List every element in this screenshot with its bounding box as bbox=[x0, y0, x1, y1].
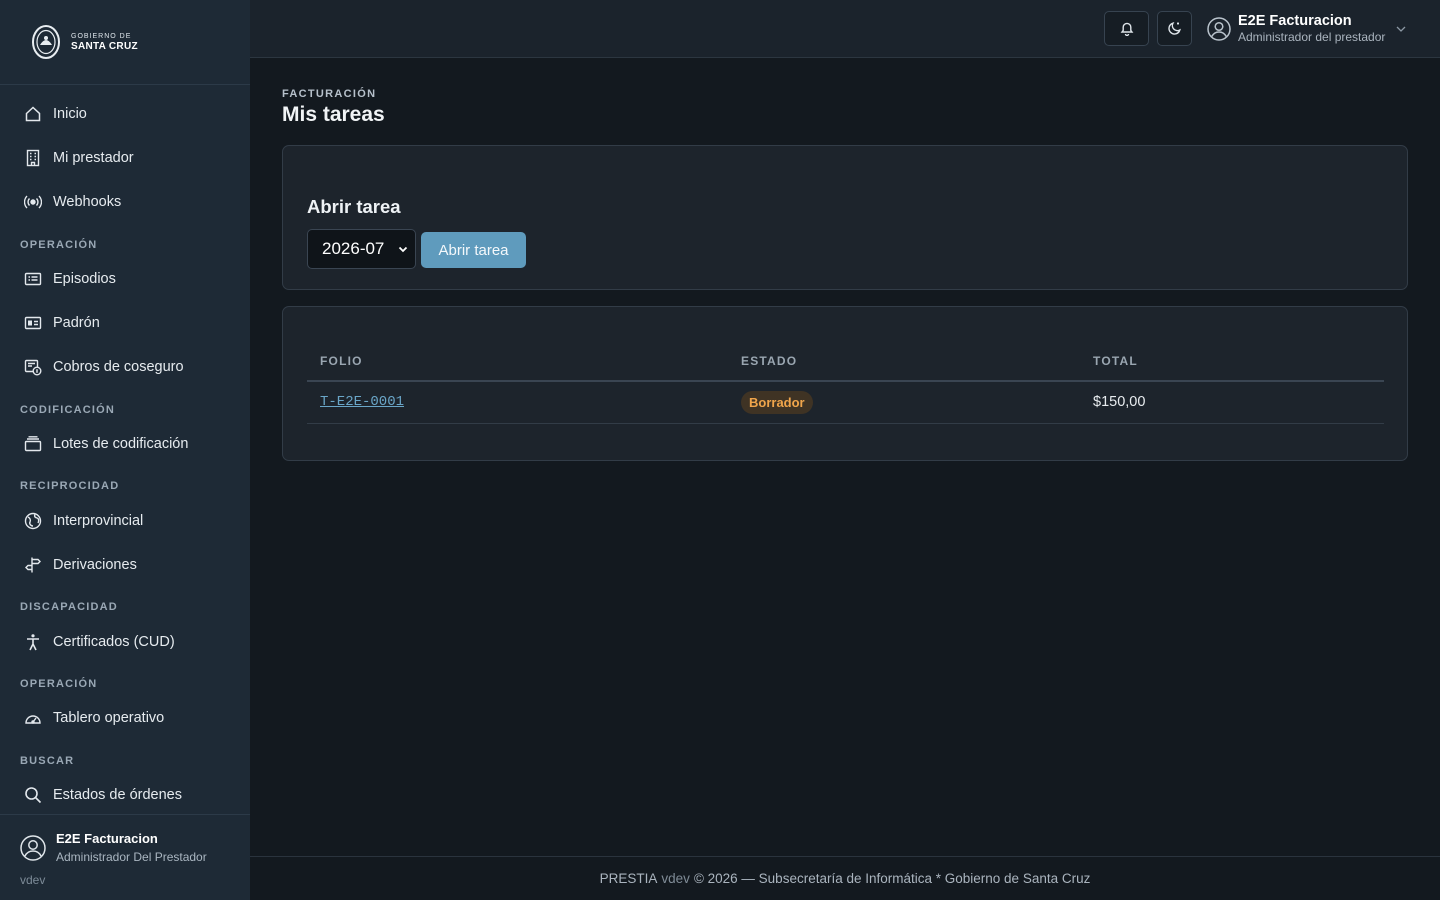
sidebar-item-tablero-operativo[interactable]: Tablero operativo bbox=[0, 698, 250, 738]
home-icon bbox=[24, 105, 42, 123]
sidebar-section-title: OPERACIÓN bbox=[20, 239, 98, 251]
signpost-icon bbox=[24, 556, 42, 574]
table-header-folio: FOLIO bbox=[320, 354, 363, 368]
sidebar-footer: E2E Facturacion Administrador Del Presta… bbox=[0, 814, 250, 900]
sidebar-item-mi-prestador[interactable]: Mi prestador bbox=[0, 138, 250, 178]
sidebar-section-title: DISCAPACIDAD bbox=[20, 601, 118, 613]
sidebar-user[interactable]: E2E Facturacion Administrador Del Presta… bbox=[20, 831, 207, 864]
broadcast-icon bbox=[24, 193, 42, 211]
folio-link[interactable]: T-E2E-0001 bbox=[320, 394, 404, 410]
speedometer-icon bbox=[24, 709, 42, 727]
sidebar: GOBIERNO DE SANTA CRUZ Inicio Mi prestad… bbox=[0, 0, 250, 900]
sidebar-section-title: CODIFICACIÓN bbox=[20, 404, 116, 416]
seal-icon bbox=[32, 25, 60, 59]
sidebar-item-label: Certificados (CUD) bbox=[53, 634, 175, 650]
logo-line2: SANTA CRUZ bbox=[71, 40, 138, 52]
sidebar-item-episodios[interactable]: Episodios bbox=[0, 259, 250, 299]
page-title: Mis tareas bbox=[282, 103, 385, 126]
sidebar-item-label: Inicio bbox=[53, 106, 87, 122]
card-list-icon bbox=[24, 270, 42, 288]
id-card-icon bbox=[24, 314, 42, 332]
building-icon bbox=[24, 149, 42, 167]
open-task-button[interactable]: Abrir tarea bbox=[421, 232, 526, 268]
chevron-down-icon bbox=[398, 246, 408, 253]
sidebar-section-title: BUSCAR bbox=[20, 755, 75, 767]
logo-area: GOBIERNO DE SANTA CRUZ bbox=[0, 0, 250, 85]
total-value: $150,00 bbox=[1093, 394, 1146, 410]
sidebar-item-cobros-coseguro[interactable]: Cobros de coseguro bbox=[0, 347, 250, 387]
period-select[interactable]: 2026-07 bbox=[307, 229, 416, 269]
table-header-divider bbox=[307, 380, 1384, 382]
sidebar-item-label: Interprovincial bbox=[53, 513, 144, 529]
status-badge: Borrador bbox=[741, 391, 813, 414]
page-footer: PRESTIA vdev © 2026 — Subsecretaría de I… bbox=[250, 856, 1440, 900]
sidebar-section-title: OPERACIÓN bbox=[20, 678, 98, 690]
sidebar-item-estados-ordenes[interactable]: Estados de órdenes bbox=[0, 775, 250, 815]
notifications-button[interactable] bbox=[1104, 11, 1149, 46]
bell-icon bbox=[1120, 22, 1133, 36]
sidebar-item-label: Cobros de coseguro bbox=[53, 359, 184, 375]
sidebar-item-label: Webhooks bbox=[53, 194, 122, 210]
sidebar-item-certificados-cud[interactable]: Certificados (CUD) bbox=[0, 622, 250, 662]
sidebar-item-inicio[interactable]: Inicio bbox=[0, 94, 250, 134]
sidebar-user-name: E2E Facturacion bbox=[56, 831, 158, 846]
search-icon bbox=[24, 786, 42, 804]
sidebar-user-role: Administrador Del Prestador bbox=[56, 850, 207, 864]
table-header-estado: ESTADO bbox=[741, 354, 798, 368]
sidebar-item-label: Mi prestador bbox=[53, 150, 134, 166]
table-header-total: TOTAL bbox=[1093, 354, 1138, 368]
footer-text: © 2026 — Subsecretaría de Informática * … bbox=[693, 871, 1091, 886]
sidebar-item-padron[interactable]: Padrón bbox=[0, 303, 250, 343]
logo[interactable]: GOBIERNO DE SANTA CRUZ bbox=[31, 24, 138, 60]
breadcrumb: FACTURACIÓN bbox=[282, 88, 377, 100]
row-divider bbox=[307, 423, 1384, 424]
card-title: Abrir tarea bbox=[307, 196, 401, 217]
chevron-down-icon bbox=[1396, 26, 1406, 32]
sidebar-item-label: Padrón bbox=[53, 315, 100, 331]
stack-icon bbox=[24, 435, 42, 453]
sidebar-section-title: RECIPROCIDAD bbox=[20, 480, 120, 492]
sidebar-item-interprovincial[interactable]: Interprovincial bbox=[0, 501, 250, 541]
open-task-card: Abrir tarea 2026-07 Abrir tarea bbox=[282, 145, 1408, 290]
user-menu[interactable]: E2E Facturacion Administrador del presta… bbox=[1207, 13, 1407, 44]
receipt-coin-icon bbox=[24, 358, 42, 376]
sidebar-item-label: Episodios bbox=[53, 271, 116, 287]
moon-icon bbox=[1168, 22, 1181, 35]
sidebar-item-label: Tablero operativo bbox=[53, 710, 165, 726]
user-name: E2E Facturacion bbox=[1238, 13, 1352, 29]
sidebar-item-label: Lotes de codificación bbox=[53, 436, 189, 452]
sidebar-version: vdev bbox=[20, 873, 46, 887]
sidebar-item-derivaciones[interactable]: Derivaciones bbox=[0, 545, 250, 585]
theme-toggle-button[interactable] bbox=[1157, 11, 1192, 46]
sidebar-item-lotes-codificacion[interactable]: Lotes de codificación bbox=[0, 424, 250, 464]
tasks-table-card: FOLIO ESTADO TOTAL T-E2E-0001 Borrador $… bbox=[282, 306, 1408, 461]
footer-version: vdev bbox=[661, 871, 690, 886]
sidebar-item-webhooks[interactable]: Webhooks bbox=[0, 182, 250, 222]
period-select-value: 2026-07 bbox=[322, 239, 385, 258]
globe-icon bbox=[24, 512, 42, 530]
avatar-icon bbox=[20, 834, 46, 861]
footer-brand: PRESTIA bbox=[599, 871, 658, 886]
topbar: E2E Facturacion Administrador del presta… bbox=[250, 0, 1440, 58]
accessibility-icon bbox=[24, 633, 42, 651]
user-role: Administrador del prestador bbox=[1238, 30, 1386, 44]
sidebar-item-label: Derivaciones bbox=[53, 557, 137, 573]
logo-line1: GOBIERNO DE bbox=[71, 32, 132, 40]
sidebar-item-label: Estados de órdenes bbox=[53, 787, 182, 803]
avatar-icon bbox=[1207, 16, 1231, 41]
